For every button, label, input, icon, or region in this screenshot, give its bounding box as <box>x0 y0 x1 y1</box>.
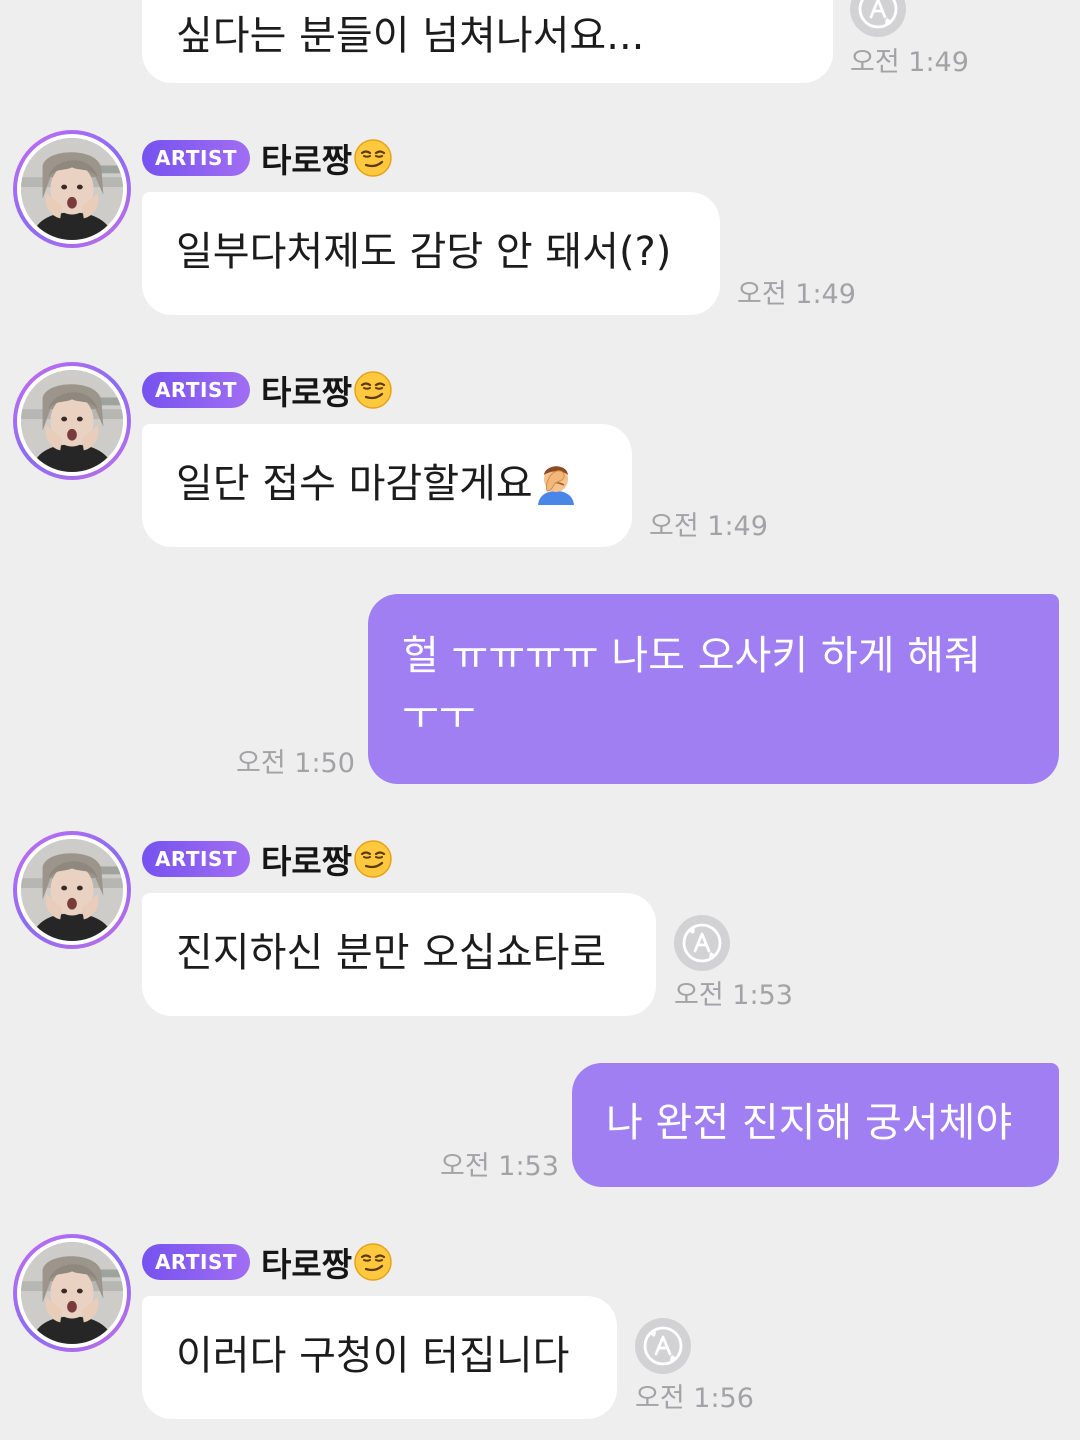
message-text: 싶다는 분들이 넘쳐나서요... <box>176 13 645 59</box>
translate-icon[interactable] <box>849 0 907 38</box>
artist-badge: ARTIST <box>142 1244 250 1280</box>
artist-badge: ARTIST <box>142 841 250 877</box>
message-timestamp: 오전 1:49 <box>850 47 969 78</box>
artist-name[interactable]: 타로짱 <box>261 134 352 182</box>
smirking-face-emoji-icon <box>353 370 393 410</box>
person-facepalming-emoji-icon <box>537 466 574 505</box>
artist-avatar[interactable] <box>13 831 131 949</box>
smirking-face-emoji-icon <box>353 138 393 178</box>
artist-name-row: ARTIST 타로짱 <box>142 136 393 180</box>
artist-badge: ARTIST <box>142 140 250 176</box>
artist-name-row: ARTIST 타로짱 <box>142 368 393 412</box>
smirking-face-emoji-icon <box>353 839 393 879</box>
message-bubble-artist[interactable]: 일단 접수 마감할게요 <box>142 424 632 547</box>
translate-icon[interactable] <box>673 914 731 972</box>
message-bubble-artist[interactable]: 진지하신 분만 오십쇼타로 <box>142 893 656 1016</box>
message-text: 헐 ㅠㅠㅠㅠ 나도 오사키 하게 해줘 ㅜㅜ <box>402 633 981 739</box>
artist-name[interactable]: 타로짱 <box>261 835 352 883</box>
message-text: 일부다처제도 감당 안 돼서(?) <box>176 229 672 275</box>
artist-avatar[interactable] <box>13 1234 131 1352</box>
message-bubble-artist[interactable]: 일부다처제도 감당 안 돼서(?) <box>142 192 720 315</box>
message-text: 진지하신 분만 오십쇼타로 <box>176 930 607 976</box>
translate-icon[interactable] <box>634 1317 692 1375</box>
message-timestamp: 오전 1:53 <box>674 980 793 1011</box>
message-timestamp: 오전 1:50 <box>236 748 355 779</box>
message-timestamp: 오전 1:49 <box>737 279 856 310</box>
message-text: 일단 접수 마감할게요 <box>176 461 533 507</box>
artist-name[interactable]: 타로짱 <box>261 1238 352 1286</box>
message-bubble-artist[interactable]: 이러다 구청이 터집니다 <box>142 1296 617 1419</box>
message-text: 이러다 구청이 터집니다 <box>176 1333 570 1379</box>
artist-name[interactable]: 타로짱 <box>261 366 352 414</box>
message-text: 나 완전 진지해 궁서체야 <box>606 1100 1013 1146</box>
message-timestamp: 오전 1:53 <box>440 1151 559 1182</box>
artist-badge: ARTIST <box>142 372 250 408</box>
message-bubble-mine[interactable]: 나 완전 진지해 궁서체야 <box>572 1063 1059 1187</box>
artist-name-row: ARTIST 타로짱 <box>142 837 393 881</box>
smirking-face-emoji-icon <box>353 1242 393 1282</box>
message-bubble-mine[interactable]: 헐 ㅠㅠㅠㅠ 나도 오사키 하게 해줘 ㅜㅜ <box>368 594 1059 784</box>
artist-avatar[interactable] <box>13 362 131 480</box>
artist-avatar[interactable] <box>13 130 131 248</box>
message-bubble-artist[interactable]: 싶다는 분들이 넘쳐나서요... <box>142 0 833 83</box>
message-timestamp: 오전 1:56 <box>635 1383 754 1414</box>
artist-name-row: ARTIST 타로짱 <box>142 1240 393 1284</box>
message-timestamp: 오전 1:49 <box>649 511 768 542</box>
